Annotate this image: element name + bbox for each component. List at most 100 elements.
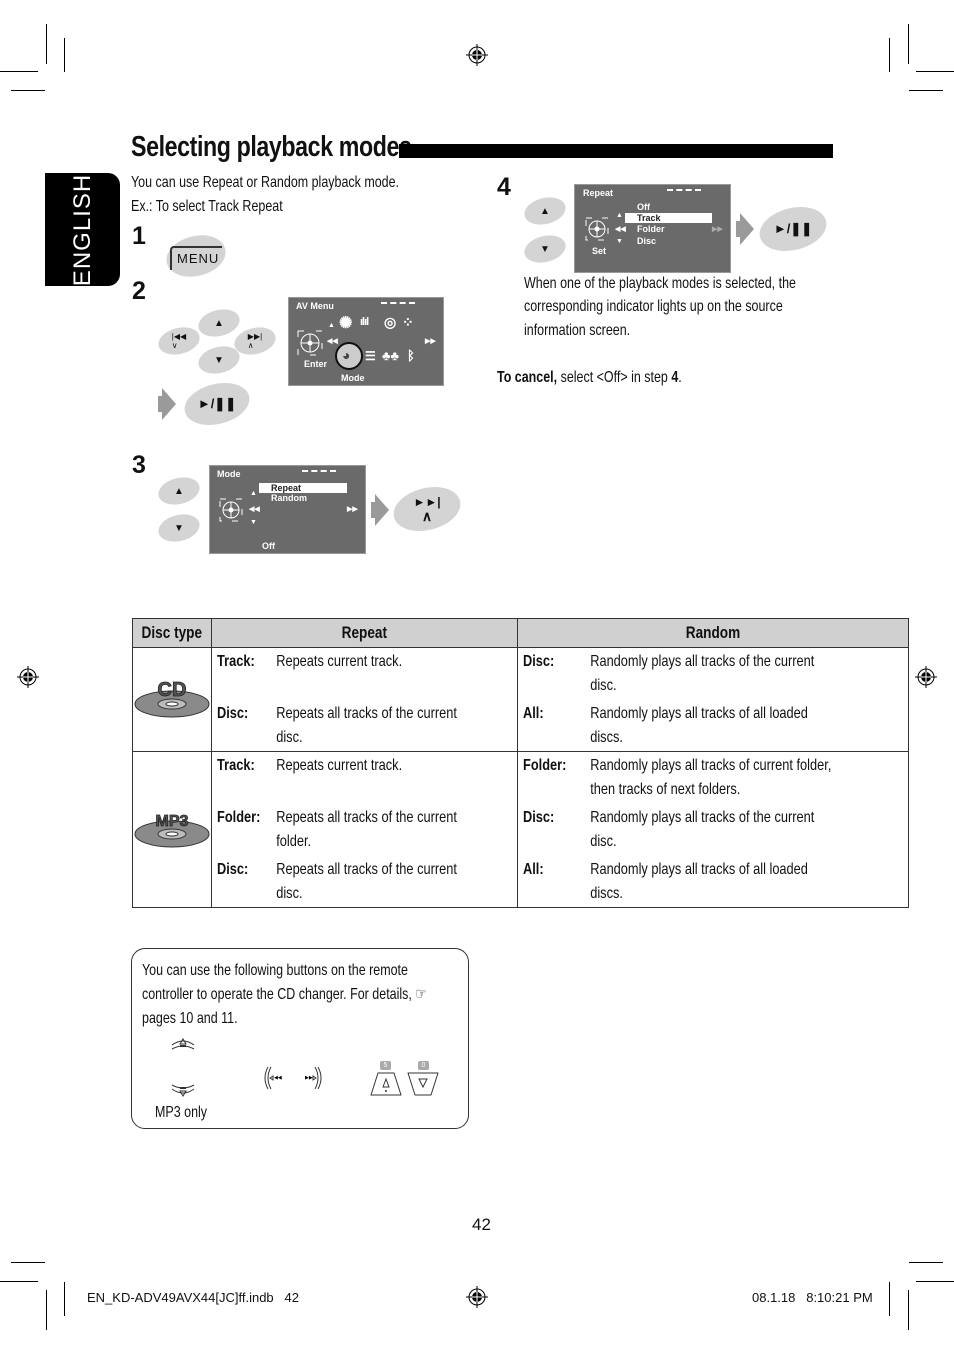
down-arrow-icon: ▼ <box>540 243 550 255</box>
random-item: All: Randomly plays all tracks of all loa… <box>522 705 808 746</box>
next-label: ►►| <box>413 495 441 509</box>
crop-mark <box>46 1290 47 1330</box>
cancel-note-end: . <box>678 369 682 386</box>
control-knob-icon <box>297 330 323 356</box>
equalizer-icon: ılıl <box>360 316 369 328</box>
remote-note-box: You can use the following buttons on the… <box>131 948 469 1129</box>
repeat-item: Track: Repeats current track. <box>217 653 403 670</box>
title-rule <box>399 144 833 158</box>
crop-mark <box>11 1262 45 1263</box>
cd-label: CD <box>158 679 187 701</box>
random-cell: Disc: Randomly plays all tracks of the cu… <box>516 647 910 752</box>
header-random: Random <box>516 618 910 648</box>
crop-mark <box>889 1282 890 1316</box>
remote-next-button-icon[interactable]: ▶▶ <box>304 1065 324 1091</box>
intro-line-1: You can use Repeat or Random playback mo… <box>131 174 400 191</box>
repeat-item: Disc: Repeats all tracks of the current di… <box>217 705 457 746</box>
step-3-number: 3 <box>132 451 146 479</box>
screen-item[interactable]: Disc <box>637 236 656 246</box>
repeat-cell: Track: Repeats current track. Disc: Repeat… <box>211 647 518 752</box>
table-row-mp3: MP3 Track: Repeats current track. Folder:… <box>132 751 910 908</box>
crop-mark <box>46 24 47 64</box>
registration-mark-icon <box>915 666 937 688</box>
remote-up-button-icon[interactable] <box>170 1035 196 1053</box>
bluetooth-icon: ᛒ <box>407 348 415 363</box>
step-4-description-1: When one of the playback modes is select… <box>524 275 796 292</box>
list-icon: ☰ <box>365 349 376 363</box>
crop-mark <box>916 1281 954 1282</box>
next-indicator-icon: ▶▶ <box>425 338 436 345</box>
prev-track-icon: |◀◀ ∨ <box>171 332 187 350</box>
svg-text:◀◀: ◀◀ <box>274 1075 282 1081</box>
footer-label: Off <box>262 541 275 551</box>
step-4-description-3: information screen. <box>524 322 631 339</box>
header-disc-type: Disc type <box>132 618 212 648</box>
crop-mark <box>908 1290 909 1330</box>
remote-disc-down-button-icon[interactable] <box>406 1071 440 1097</box>
mp3-disc-icon: MP3 <box>134 813 210 848</box>
control-knob-icon <box>585 217 609 241</box>
crop-mark <box>64 1282 65 1316</box>
disc-type-cell: CD <box>132 647 212 752</box>
up-arrow-icon: ▲ <box>174 485 184 497</box>
prev-indicator-icon: ◀◀ <box>327 338 338 345</box>
screen-item[interactable]: Random <box>271 493 307 503</box>
header-repeat: Repeat <box>211 618 518 648</box>
registration-mark-icon <box>17 666 39 688</box>
menu-button[interactable]: MENU <box>170 246 222 270</box>
footer-datetime: 08.1.18 8:10:21 PM <box>752 1290 873 1305</box>
screen-item[interactable]: Folder <box>637 224 665 234</box>
remote-note-line-3: pages 10 and 11. <box>142 1010 238 1027</box>
crop-mark <box>64 38 65 72</box>
screen-item-selected[interactable]: Track <box>625 213 712 223</box>
repeat-screen: Repeat Off Track Folder Disc Set ▲ ◀◀ ▼ … <box>574 184 731 273</box>
screen-dashes <box>667 189 701 191</box>
remote-prev-button-icon[interactable]: ◀◀ <box>262 1065 282 1091</box>
step-4-description-2: corresponding indicator lights up on the… <box>524 298 783 315</box>
repeat-item: Folder: Repeats all tracks of the current… <box>217 809 457 850</box>
down-indicator-icon: ▼ <box>616 238 623 245</box>
flow-arrow-head <box>740 213 754 245</box>
mode-screen: Mode Repeat Random ▲ ◀◀ ▼ ▶▶ Off <box>209 465 366 554</box>
menu-button-label: MENU <box>177 251 220 266</box>
down-arrow-icon: ▼ <box>174 522 184 534</box>
crop-mark <box>889 38 890 72</box>
mp3-label: MP3 <box>156 813 189 830</box>
cancel-note-bold: To cancel, <box>497 369 558 386</box>
next-track-icon: ►►| ∧ <box>393 488 461 530</box>
screen-item-selected[interactable]: Repeat <box>259 483 347 493</box>
remote-disc-up-button-icon[interactable] <box>369 1071 403 1097</box>
down-indicator-icon: ▼ <box>250 519 257 526</box>
crop-mark <box>0 71 38 72</box>
page-title: Selecting playback modes <box>131 131 412 163</box>
flow-arrow-head <box>375 494 389 526</box>
registration-mark-icon <box>466 44 488 66</box>
prev-indicator-icon: ◀◀ <box>615 226 626 233</box>
up-chevron-icon: ∧ <box>421 508 433 524</box>
up-arrow-icon: ▲ <box>540 205 550 217</box>
random-item: Folder: Randomly plays all tracks of curr… <box>522 757 832 798</box>
up-indicator-icon: ▲ <box>328 322 335 329</box>
random-item: All: Randomly plays all tracks of all loa… <box>522 861 808 902</box>
footer-file-info: EN_KD-ADV49AVX44[JC]ff.indb 42 <box>87 1290 299 1305</box>
crop-mark <box>0 1281 38 1282</box>
network-icon: ⁘ <box>402 314 414 330</box>
random-item: Disc: Randomly plays all tracks of the cu… <box>522 653 815 694</box>
flow-arrow-head <box>162 388 176 420</box>
up-indicator-icon: ▲ <box>250 490 257 497</box>
language-tab: ENGLISH <box>45 173 120 286</box>
crop-mark <box>11 90 45 91</box>
step-4-number: 4 <box>497 173 511 201</box>
registration-mark-icon <box>466 1286 488 1308</box>
next-indicator-icon: ▶▶ <box>347 506 358 513</box>
screen-title: AV Menu <box>296 301 334 311</box>
screen-item[interactable]: Off <box>637 202 650 212</box>
play-pause-label: ►/❚❚ <box>773 221 813 236</box>
repeat-cell: Track: Repeats current track. Folder: Repe… <box>211 751 518 908</box>
crop-mark <box>909 1262 943 1263</box>
remote-number-5-badge: 5 <box>380 1061 391 1070</box>
remote-down-button-icon[interactable] <box>170 1081 196 1099</box>
remote-number-0-badge: 0 <box>418 1061 429 1070</box>
mode-dial-icon: ◕ <box>342 347 351 363</box>
random-cell: Folder: Randomly plays all tracks of curr… <box>516 751 910 908</box>
